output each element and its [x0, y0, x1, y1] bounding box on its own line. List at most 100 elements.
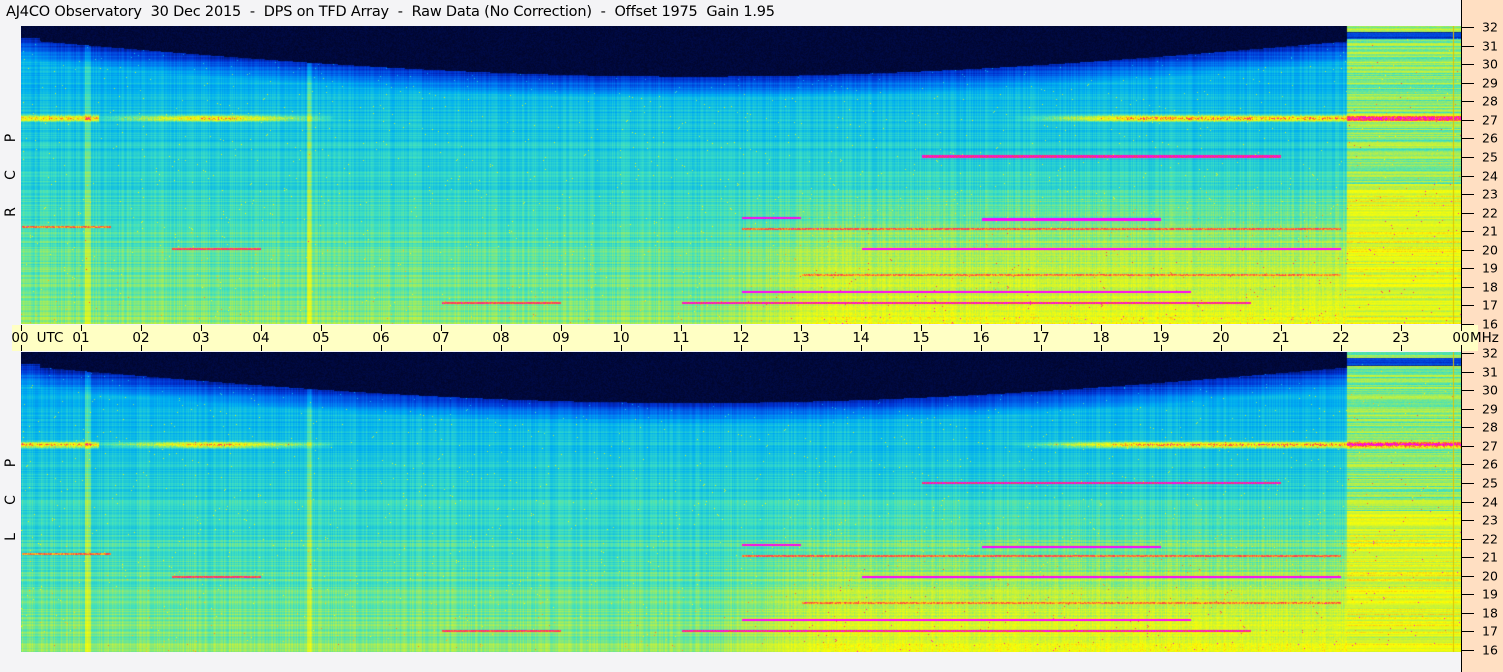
frequency-tick-label: 22	[1482, 205, 1498, 221]
frequency-tick-mark	[1462, 408, 1474, 410]
frequency-tick-label: 30	[1482, 382, 1498, 398]
time-tick-mark	[561, 325, 562, 331]
time-tick-label: 12	[732, 330, 750, 346]
time-tick-mark	[981, 325, 982, 331]
frequency-tick-label: 32	[1482, 345, 1498, 361]
time-tick-mark	[261, 345, 262, 351]
time-tick-mark	[1161, 325, 1162, 331]
time-tick-mark	[561, 345, 562, 351]
frequency-tick-label: 20	[1482, 568, 1498, 584]
frequency-tick-label: 23	[1482, 512, 1498, 528]
time-tick-mark	[501, 345, 502, 351]
frequency-tick-label: 18	[1482, 605, 1498, 621]
frequency-tick-label: 24	[1482, 168, 1498, 183]
polarization-label: P	[3, 133, 19, 143]
time-tick-mark	[21, 325, 22, 331]
frequency-tick-label: 31	[1482, 38, 1498, 54]
time-tick-mark	[321, 345, 322, 351]
frequency-tick-mark	[1462, 45, 1474, 47]
time-tick-mark	[861, 345, 862, 351]
time-tick-label: 10	[612, 330, 630, 346]
frequency-tick-label: 21	[1482, 549, 1498, 565]
frequency-tick-label: 20	[1482, 242, 1498, 258]
time-tick-mark	[801, 325, 802, 331]
frequency-tick-label: 26	[1482, 456, 1498, 472]
frequency-tick-mark	[1462, 249, 1474, 251]
time-tick-label: 23	[1392, 330, 1410, 346]
time-tick-mark	[1101, 325, 1102, 331]
frequency-tick-label: 22	[1482, 531, 1498, 547]
frequency-tick-mark	[1462, 427, 1474, 429]
time-tick-mark	[1401, 325, 1402, 331]
frequency-tick-mark	[1462, 101, 1474, 103]
frequency-tick-mark	[1462, 557, 1474, 559]
frequency-tick-mark	[1462, 156, 1474, 158]
time-tick-label: 01	[72, 330, 90, 346]
polarization-label: L	[3, 533, 19, 541]
time-tick-mark	[621, 325, 622, 331]
time-tick-label: 18	[1092, 330, 1110, 346]
frequency-tick-label: 17	[1482, 623, 1498, 639]
time-tick-label: 21	[1272, 330, 1290, 346]
frequency-tick-mark	[1462, 175, 1474, 177]
frequency-tick-label: 27	[1482, 438, 1498, 454]
time-tick-label: 17	[1032, 330, 1050, 346]
frequency-tick-mark	[1462, 464, 1474, 466]
frequency-tick-label: 18	[1482, 279, 1498, 295]
frequency-tick-mark	[1462, 194, 1474, 196]
time-tick-mark	[681, 325, 682, 331]
frequency-tick-mark	[1462, 371, 1474, 373]
time-tick-mark	[441, 345, 442, 351]
time-tick-label: 14	[852, 330, 870, 346]
time-tick-mark	[381, 325, 382, 331]
frequency-tick-mark	[1462, 268, 1474, 270]
time-tick-label: 03	[192, 330, 210, 346]
polarization-label: C	[3, 170, 19, 180]
frequency-tick-label: 29	[1482, 401, 1498, 417]
frequency-tick-mark	[1462, 119, 1474, 121]
frequency-tick-mark	[1462, 612, 1474, 614]
polarization-label: C	[3, 495, 19, 505]
time-tick-label: 07	[432, 330, 450, 346]
time-tick-mark	[1341, 345, 1342, 351]
frequency-tick-mark	[1462, 64, 1474, 66]
time-tick-mark	[681, 345, 682, 351]
time-tick-mark	[861, 325, 862, 331]
time-tick-mark	[141, 325, 142, 331]
time-tick-label: 09	[552, 330, 570, 346]
time-tick-mark	[1281, 325, 1282, 331]
time-tick-mark	[921, 325, 922, 331]
frequency-tick-label: 25	[1482, 149, 1498, 165]
time-tick-mark	[81, 325, 82, 331]
time-tick-mark	[981, 345, 982, 351]
time-tick-mark	[81, 345, 82, 351]
time-tick-label: 22	[1332, 330, 1350, 346]
time-tick-label: 00	[1452, 330, 1470, 346]
time-tick-label: 05	[312, 330, 330, 346]
time-tick-mark	[141, 345, 142, 351]
frequency-tick-label: 27	[1482, 112, 1498, 128]
time-tick-label: 15	[912, 330, 930, 346]
frequency-tick-mark	[1462, 27, 1474, 28]
frequency-tick-mark	[1462, 650, 1474, 651]
frequency-tick-label: 23	[1482, 186, 1498, 202]
time-tick-mark	[621, 345, 622, 351]
frequency-tick-mark	[1462, 445, 1474, 447]
frequency-tick-label: 29	[1482, 75, 1498, 91]
frequency-tick-label: 26	[1482, 130, 1498, 146]
time-tick-label: 19	[1152, 330, 1170, 346]
frequency-tick-mark	[1462, 231, 1474, 233]
time-tick-mark	[921, 345, 922, 351]
time-tick-mark	[1401, 345, 1402, 351]
frequency-tick-label: 30	[1482, 56, 1498, 72]
frequency-tick-label: 31	[1482, 364, 1498, 380]
frequency-tick-label: 16	[1482, 642, 1498, 658]
frequency-tick-label: 32	[1482, 19, 1498, 35]
time-tick-mark	[1161, 345, 1162, 351]
frequency-tick-mark	[1462, 501, 1474, 503]
polarization-label: P	[3, 458, 19, 468]
frequency-tick-label: 17	[1482, 297, 1498, 313]
spectrogram-rcp	[21, 26, 1461, 324]
frequency-tick-mark	[1462, 631, 1474, 633]
time-tick-mark	[1221, 325, 1222, 331]
